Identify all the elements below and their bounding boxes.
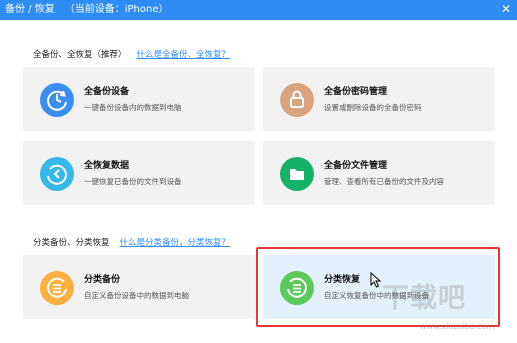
- full-backup-device-card[interactable]: 全备份设备 一键备份设备内的数据到电脑: [23, 67, 255, 131]
- backup-password-desc: 设置或删除设备的全备份密码: [324, 103, 422, 112]
- mouse-pointer-icon: [370, 271, 382, 288]
- backup-file-management-desc: 管理、查看所有已备份的文件及内容: [324, 177, 444, 186]
- watermark-url: www.xiazaiba.com: [420, 322, 495, 331]
- backup-restore-window: 备份 / 恢复 （当前设备：iPhone） ✕ 全备份、全恢复（推荐） 什么是全备份…: [0, 0, 517, 343]
- category-section-title: 分类备份、分类恢复: [33, 238, 110, 248]
- list-up-icon: [40, 271, 74, 305]
- full-backup-device-title: 全备份设备: [84, 87, 130, 97]
- close-button[interactable]: ✕: [499, 0, 513, 20]
- full-backup-device-desc: 一键备份设备内的数据到电脑: [84, 103, 182, 112]
- backup-file-management-card[interactable]: 全备份文件管理 管理、查看所有已备份的文件及内容: [263, 141, 495, 205]
- title-bar: 备份 / 恢复 （当前设备：iPhone） ✕: [0, 0, 517, 20]
- full-backup-help-link[interactable]: 什么是全备份、全恢复？: [137, 50, 231, 60]
- backup-clock-icon: [40, 83, 74, 117]
- category-backup-card[interactable]: 分类备份 自定义备份设备中的数据到电脑: [23, 255, 255, 319]
- category-backup-desc: 自定义备份设备中的数据到电脑: [84, 291, 189, 300]
- backup-password-card[interactable]: 全备份密码管理 设置或删除设备的全备份密码: [263, 67, 495, 131]
- full-backup-section-title: 全备份、全恢复（推荐）: [33, 50, 127, 60]
- restore-clock-icon: [40, 157, 74, 191]
- full-backup-section-header: 全备份、全恢复（推荐） 什么是全备份、全恢复？: [33, 48, 230, 60]
- close-icon: ✕: [500, 2, 512, 16]
- category-section-header: 分类备份、分类恢复 什么是分类备份，分类恢复？: [33, 236, 230, 248]
- full-restore-desc: 一键恢复已备份的文件到设备: [84, 177, 182, 186]
- backup-password-title: 全备份密码管理: [324, 87, 388, 97]
- category-backup-title: 分类备份: [84, 275, 121, 285]
- watermark-text: 下载吧: [382, 283, 466, 314]
- full-restore-card[interactable]: 全恢复数据 一键恢复已备份的文件到设备: [23, 141, 255, 205]
- current-device-label: （当前设备：iPhone）: [64, 4, 169, 15]
- backup-file-management-title: 全备份文件管理: [324, 161, 388, 171]
- window-title: 备份 / 恢复: [5, 4, 55, 15]
- folder-icon: [280, 157, 314, 191]
- full-restore-title: 全恢复数据: [84, 161, 130, 171]
- lock-icon: [280, 83, 314, 117]
- category-help-link[interactable]: 什么是分类备份，分类恢复？: [120, 238, 231, 248]
